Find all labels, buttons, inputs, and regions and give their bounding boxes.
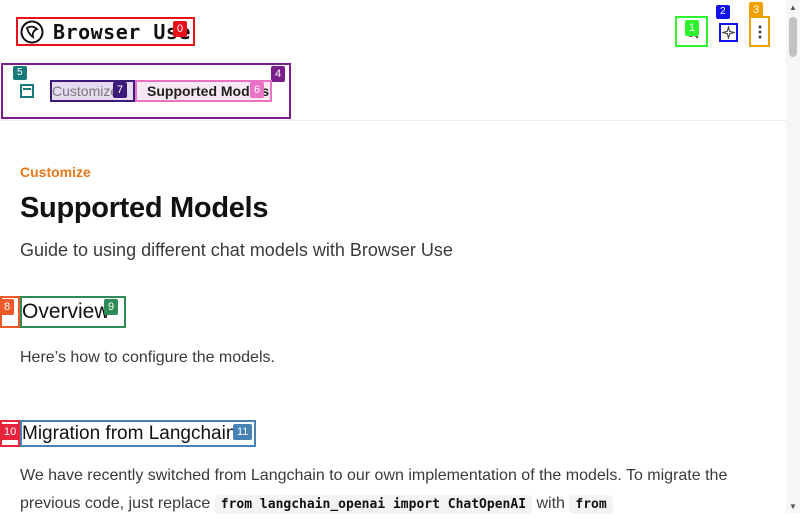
- top-header: Browser Use 0 1 2 3: [0, 0, 786, 62]
- migration-code-2: from: [569, 495, 613, 514]
- breadcrumb-bar: 4 5 Customize 7 Supported Models 6: [0, 62, 786, 121]
- marker-badge: 11: [233, 424, 253, 440]
- menu-icon: [23, 88, 31, 90]
- migration-code-1: from langchain_openai import ChatOpenAI: [214, 495, 533, 514]
- marker-badge: 9: [104, 299, 119, 315]
- migration-heading[interactable]: Migration from Langchain: [20, 420, 256, 447]
- scroll-thumb[interactable]: [789, 17, 797, 57]
- more-vertical-icon: [758, 25, 761, 38]
- sparkle-icon: [722, 26, 735, 39]
- logo-icon: [20, 20, 44, 43]
- ai-assistant-button[interactable]: [719, 23, 738, 42]
- marker-badge: 4: [271, 66, 286, 82]
- overview-text: Here’s how to configure the models.: [20, 349, 275, 366]
- marker-badge: 2: [716, 5, 730, 19]
- section-eyebrow: Customize: [20, 164, 91, 180]
- scroll-down-arrow[interactable]: ▼: [789, 502, 797, 511]
- marker-badge: 8: [0, 299, 15, 315]
- sidebar-toggle-button[interactable]: [20, 84, 34, 98]
- marker-badge: 1: [685, 20, 700, 36]
- marker-badge: 6: [250, 82, 265, 98]
- page-scrollbar[interactable]: ▲ ▼: [786, 0, 800, 513]
- migration-text-2: with: [536, 495, 565, 512]
- page-title: Supported Models: [20, 192, 269, 224]
- migration-paragraph: We have recently switched from Langchain…: [20, 462, 760, 519]
- marker-badge: 0: [173, 21, 188, 37]
- marker-badge: 3: [749, 2, 764, 18]
- page-description: Guide to using different chat models wit…: [20, 240, 453, 260]
- browser-use-logo[interactable]: Browser Use: [16, 17, 195, 46]
- marker-badge: 10: [0, 424, 21, 440]
- more-options-button[interactable]: [749, 16, 770, 47]
- scroll-up-arrow[interactable]: ▲: [789, 3, 797, 12]
- logo-text: Browser Use: [53, 19, 191, 44]
- marker-badge: 7: [113, 82, 128, 98]
- marker-badge: 5: [13, 66, 27, 80]
